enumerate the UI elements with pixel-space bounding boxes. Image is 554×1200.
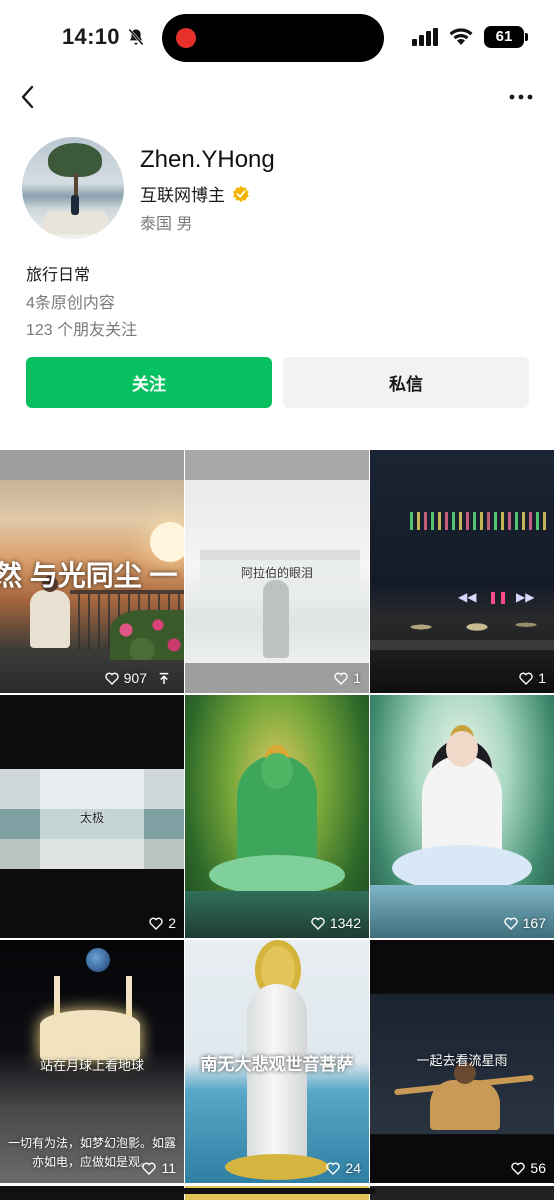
status-bar: 14:10 61 (0, 0, 554, 76)
heart-icon (519, 672, 533, 685)
video-caption: 然 与光同尘 一 (0, 560, 178, 591)
video-tile[interactable]: ◀◀ ❚❚ ▶▶ 1 (370, 450, 554, 693)
heart-icon (334, 672, 348, 685)
video-tile[interactable]: 站在月球上看地球 一切有为法，如梦幻泡影。如露亦如电，应做如是观。 11 (0, 940, 184, 1183)
avatar[interactable] (22, 137, 124, 239)
like-count-value: 1 (538, 670, 546, 686)
battery-indicator: 61 (484, 26, 528, 48)
video-caption: 太极 (79, 811, 104, 825)
profile-title: 互联网博主 (140, 186, 225, 205)
like-count: 56 (511, 1160, 546, 1176)
like-count: 907 (104, 670, 176, 686)
heart-icon (503, 917, 518, 930)
follow-button[interactable]: 关注 (26, 357, 272, 408)
bell-off-icon (128, 28, 144, 46)
profile-bio: 旅行日常 (26, 267, 91, 284)
status-time: 14:10 (62, 24, 120, 49)
video-tile[interactable]: 南无大悲观世音菩萨 24 (185, 940, 369, 1183)
like-count-value: 907 (123, 670, 147, 686)
video-tile[interactable]: 太极 2 (0, 695, 184, 938)
like-count-value: 2 (168, 915, 176, 931)
video-caption: 阿拉伯的眼泪 (240, 566, 313, 580)
heart-icon (149, 917, 163, 930)
recording-indicator (176, 28, 196, 48)
original-content-count: 4条原创内容 (26, 295, 115, 312)
heart-icon (142, 1162, 157, 1175)
like-count-value: 11 (161, 1160, 176, 1176)
profile-title-row: 互联网博主 (140, 181, 250, 206)
profile-name: Zhen.YHong (140, 146, 275, 173)
signal-icon (412, 28, 438, 46)
profile-location: 泰国 男 (140, 216, 193, 233)
video-caption: 南无大悲观世音菩萨 (200, 1055, 354, 1074)
video-tile[interactable]: 1342 (185, 695, 369, 938)
wifi-icon (449, 28, 473, 45)
like-count-value: 1342 (329, 915, 361, 931)
like-count: 167 (503, 915, 546, 931)
message-button[interactable]: 私信 (283, 357, 529, 408)
like-count: 2 (149, 915, 176, 931)
like-count: 1342 (311, 915, 361, 931)
video-tile[interactable]: 阿拉伯的眼泪 1 (185, 450, 369, 693)
dynamic-island (162, 14, 384, 62)
like-count-value: 24 (345, 1160, 361, 1176)
video-caption: 一起去看流星雨 (416, 1053, 508, 1068)
heart-icon (511, 1162, 526, 1175)
heart-icon (104, 672, 119, 685)
heart-icon (311, 917, 325, 930)
like-count-value: 1 (353, 670, 361, 686)
friends-following-count: 123 个朋友关注 (26, 322, 138, 339)
like-count-value: 167 (522, 915, 546, 931)
like-count: 24 (326, 1160, 361, 1176)
home-indicator[interactable] (178, 1188, 376, 1194)
video-tile[interactable]: 167 (370, 695, 554, 938)
like-count: 11 (142, 1160, 176, 1176)
more-icon[interactable] (508, 90, 534, 104)
video-caption: 站在月球上看地球 (39, 1058, 144, 1073)
pin-icon (159, 672, 169, 684)
video-tile[interactable]: 一起去看流星雨 56 (370, 940, 554, 1183)
heart-icon (326, 1162, 341, 1175)
like-count: 1 (334, 670, 361, 686)
like-count-value: 56 (530, 1160, 546, 1176)
back-chevron-icon[interactable] (16, 82, 40, 112)
verified-badge-icon (233, 185, 249, 202)
like-count: 1 (519, 670, 546, 686)
video-tile[interactable]: 然 与光同尘 一 907 (0, 450, 184, 693)
